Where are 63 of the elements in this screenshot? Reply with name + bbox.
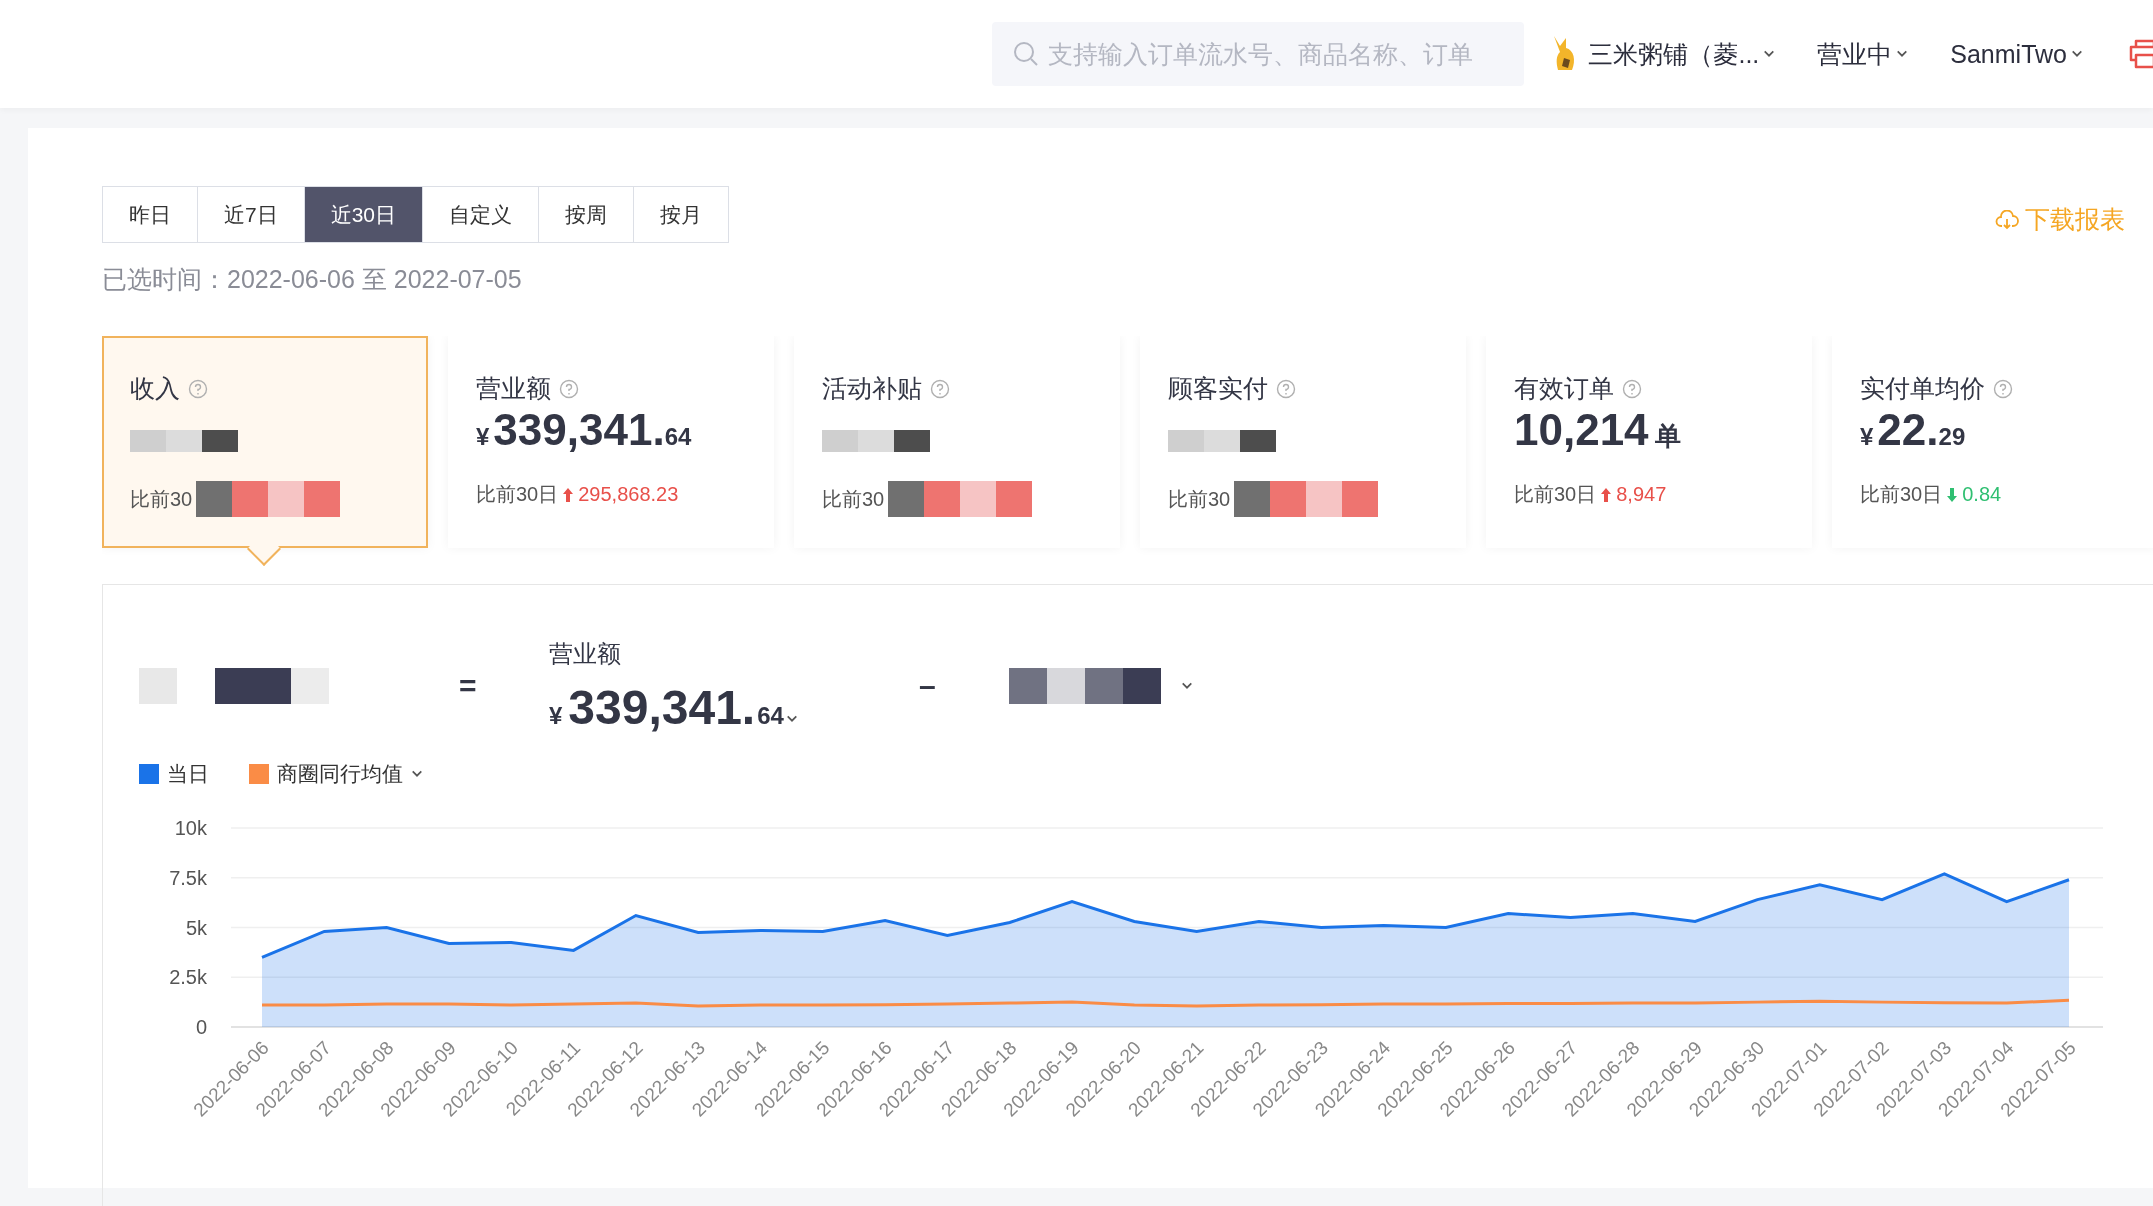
selected-range-text: 已选时间：2022-06-06 至 2022-07-05 bbox=[102, 264, 523, 295]
y-tick-label: 10k bbox=[174, 817, 207, 839]
legend-item[interactable]: 当日 bbox=[139, 759, 209, 789]
y-tick-label: 5k bbox=[185, 916, 207, 939]
metric-card[interactable]: 活动补贴 比前30 bbox=[794, 336, 1120, 548]
status-selector[interactable]: 营业中 bbox=[1817, 37, 1909, 71]
help-icon[interactable] bbox=[188, 378, 208, 399]
metric-card[interactable]: 顾客实付 比前30 bbox=[1140, 336, 1466, 548]
card-title: 顾客实付 bbox=[1168, 373, 1268, 404]
metric-card[interactable]: 有效订单 10,214 单 比前30日 8,947 bbox=[1486, 336, 1812, 548]
help-icon[interactable] bbox=[1622, 378, 1642, 399]
change-value: 295,868.23 bbox=[578, 483, 679, 506]
help-icon[interactable] bbox=[1276, 378, 1296, 399]
card-title: 营业额 bbox=[476, 373, 551, 404]
range-tab[interactable]: 自定义 bbox=[422, 187, 539, 242]
help-icon[interactable] bbox=[1993, 378, 2013, 399]
chevron-down-icon bbox=[2071, 49, 2083, 59]
card-title: 活动补贴 bbox=[822, 373, 922, 404]
compare-label: 比前30 bbox=[130, 486, 193, 512]
currency-sign: ¥ bbox=[1860, 423, 1874, 451]
change-value: 8,947 bbox=[1616, 483, 1667, 506]
range-tab[interactable]: 昨日 bbox=[103, 187, 197, 242]
metric-value: 339,341. bbox=[568, 679, 756, 735]
metric-value: 10,214 bbox=[1514, 405, 1649, 455]
metric-unit: 单 bbox=[1654, 420, 1681, 453]
store-selector[interactable]: 三米粥铺（菱... bbox=[1588, 37, 1776, 71]
metric-card[interactable]: 实付单均价 ¥22.29 比前30日 0.84 bbox=[1832, 336, 2153, 548]
cloud-download-icon bbox=[1995, 209, 2019, 230]
card-title: 收入 bbox=[130, 373, 180, 404]
currency-sign: ¥ bbox=[549, 701, 563, 730]
operator: = bbox=[459, 669, 478, 703]
metric-card[interactable]: 营业额 ¥339,341.64 比前30日 295,868.23 bbox=[448, 336, 774, 548]
range-tab[interactable]: 近7日 bbox=[197, 187, 304, 242]
user-menu[interactable]: SanmiTwo bbox=[1950, 39, 2083, 69]
metric-value: 22. bbox=[1877, 405, 1939, 455]
compare-label: 比前30 bbox=[822, 486, 885, 512]
compare-label: 比前30日 bbox=[476, 482, 559, 507]
metric-value: 339,341. bbox=[493, 405, 665, 455]
y-tick-label: 2.5k bbox=[169, 966, 207, 989]
metric-decimal: 29 bbox=[1938, 423, 1966, 451]
range-tab[interactable]: 近30日 bbox=[303, 187, 423, 242]
help-icon[interactable] bbox=[559, 378, 579, 399]
term-label: 营业额 bbox=[549, 638, 621, 669]
range-tab[interactable]: 按周 bbox=[538, 187, 634, 242]
compare-label: 比前30 bbox=[1168, 486, 1231, 512]
chevron-down-icon bbox=[1896, 49, 1909, 59]
card-title: 实付单均价 bbox=[1860, 373, 1985, 404]
search-field[interactable]: 支持输入订单流水号、商品名称、订单 bbox=[992, 22, 1525, 86]
help-icon[interactable] bbox=[930, 378, 950, 399]
legend-item[interactable]: 商圈同行均值 bbox=[249, 759, 423, 789]
operator: – bbox=[919, 669, 937, 703]
compare-label: 比前30日 bbox=[1514, 482, 1597, 507]
compare-label: 比前30日 bbox=[1860, 482, 1943, 507]
metric-decimal: 64 bbox=[757, 701, 784, 730]
currency-sign: ¥ bbox=[476, 423, 490, 451]
chevron-down-icon bbox=[1763, 49, 1776, 59]
y-tick-label: 0 bbox=[195, 1016, 207, 1038]
metric-decimal: 64 bbox=[664, 423, 692, 450]
card-title: 有效订单 bbox=[1514, 373, 1614, 404]
change-value: 0.84 bbox=[1962, 483, 2002, 506]
printer-icon[interactable] bbox=[2127, 38, 2153, 70]
range-tab[interactable]: 按月 bbox=[633, 187, 729, 242]
y-tick-label: 7.5k bbox=[169, 866, 207, 889]
